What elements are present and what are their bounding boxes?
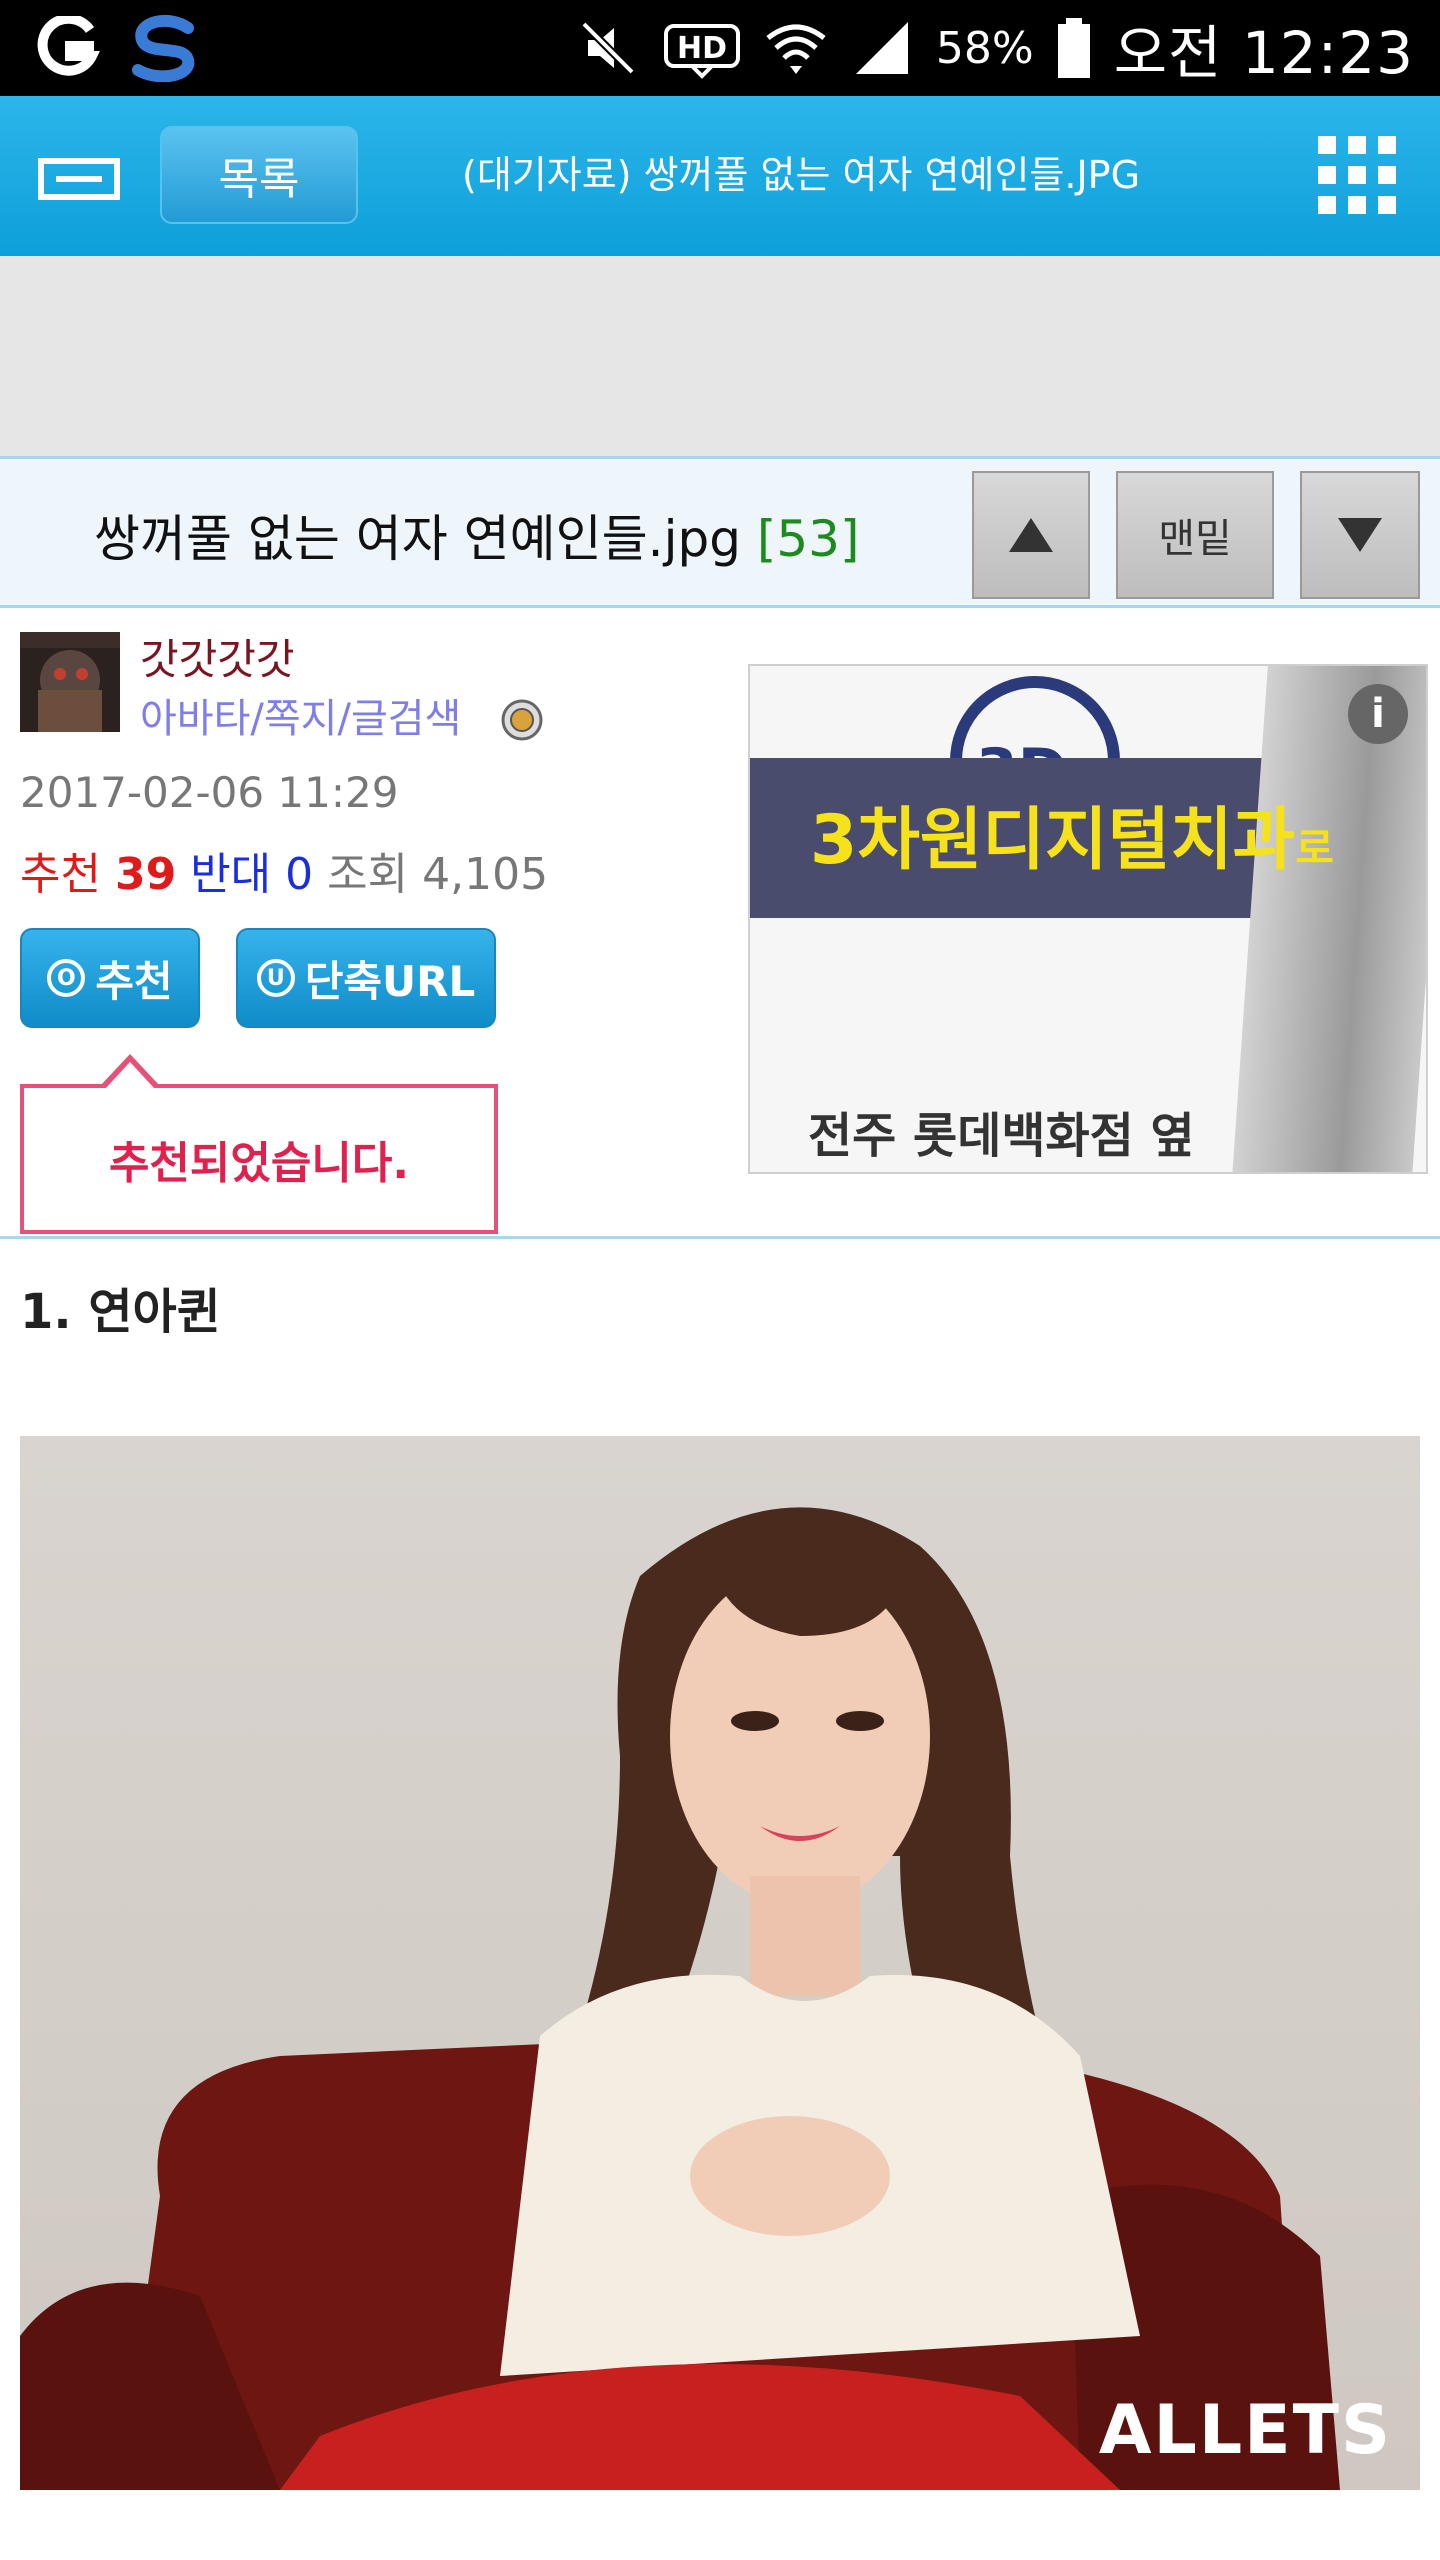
- post-title: 쌍꺼풀 없는 여자 연예인들.jpg [53]: [94, 499, 860, 571]
- triangle-up-icon: [1009, 518, 1053, 552]
- recommend-badge-icon: O: [47, 959, 86, 997]
- photo-watermark: ALLETS: [1098, 2391, 1392, 2470]
- post-photo: ALLETS: [20, 1436, 1420, 2490]
- short-url-badge-icon: U: [256, 959, 295, 997]
- recommend-label: 추천: [20, 849, 101, 900]
- mute-icon: [581, 21, 635, 75]
- app-header: 목록 (대기자료) 쌍꺼풀 없는 여자 연예인들.JPG: [0, 96, 1440, 256]
- svg-text:HD: HD: [677, 31, 727, 66]
- g-app-icon: [37, 16, 100, 76]
- battery-icon: [1057, 18, 1090, 78]
- ad-info-icon[interactable]: i: [1348, 684, 1408, 744]
- recommend-count: 39: [114, 849, 177, 900]
- triangle-down-icon: [1338, 518, 1382, 552]
- menu-icon[interactable]: [38, 158, 120, 200]
- short-url-button-label: 단축URL: [304, 956, 476, 1006]
- ad-banner[interactable]: 3D 3차원디지털치과로 i 전주 롯데백화점 옆: [748, 664, 1428, 1174]
- views-count: 4,105: [422, 849, 549, 900]
- ad-door-image: [1232, 666, 1426, 1172]
- status-bar: HD 58% 오전 12:23: [0, 0, 1440, 96]
- post-date: 2017-02-06 11:29: [20, 768, 399, 817]
- comment-count[interactable]: [53]: [757, 510, 860, 568]
- scroll-up-button[interactable]: [972, 471, 1090, 599]
- post-title-text: 쌍꺼풀 없는 여자 연예인들.jpg: [94, 510, 741, 568]
- s-app-icon: [132, 14, 195, 82]
- recommend-button-label: 추천: [95, 956, 173, 1006]
- recommend-button[interactable]: O 추천: [20, 928, 200, 1028]
- post-stats: 추천 39 반대 0 조회 4,105: [20, 838, 548, 902]
- header-title: (대기자료) 쌍꺼풀 없는 여자 연예인들.JPG: [462, 153, 1141, 197]
- author-links[interactable]: 아바타/쪽지/글검색: [140, 686, 461, 744]
- ad-placeholder: [0, 256, 1440, 456]
- level-badge-icon: [501, 699, 543, 741]
- post-title-bar: 쌍꺼풀 없는 여자 연예인들.jpg [53] 맨밑: [0, 456, 1440, 608]
- scroll-down-button[interactable]: [1300, 471, 1420, 599]
- signal-icon: [855, 22, 908, 74]
- recommend-tooltip: 추천되었습니다.: [20, 1084, 498, 1234]
- content-divider: [0, 1236, 1440, 1239]
- clock: 오전 12:23: [1113, 19, 1414, 87]
- ad-headline: 3차원디지털치과로: [810, 784, 1334, 883]
- short-url-button[interactable]: U 단축URL: [236, 928, 496, 1028]
- avatar[interactable]: [20, 632, 120, 732]
- views-label: 조회: [327, 849, 409, 900]
- grid-apps-icon[interactable]: [1318, 136, 1396, 214]
- section-heading: 1. 연아퀸: [20, 1284, 221, 1340]
- oppose-label: 반대: [190, 849, 272, 900]
- post-meta: 갓갓갓갓 아바타/쪽지/글검색 2017-02-06 11:29 추천 39 반…: [0, 608, 1440, 1240]
- author-name[interactable]: 갓갓갓갓: [140, 626, 295, 687]
- scroll-bottom-button[interactable]: 맨밑: [1116, 471, 1274, 599]
- wifi-icon: [766, 24, 826, 74]
- hd-icon: HD: [663, 24, 740, 79]
- list-button[interactable]: 목록: [160, 126, 358, 224]
- ad-subtext: 전주 롯데백화점 옆: [808, 1108, 1195, 1164]
- ad-headline-main: 3차원디지털치과: [810, 801, 1296, 880]
- battery-percent: 58%: [935, 22, 1034, 74]
- ad-headline-suffix: 로: [1295, 824, 1334, 873]
- oppose-count: 0: [285, 849, 314, 900]
